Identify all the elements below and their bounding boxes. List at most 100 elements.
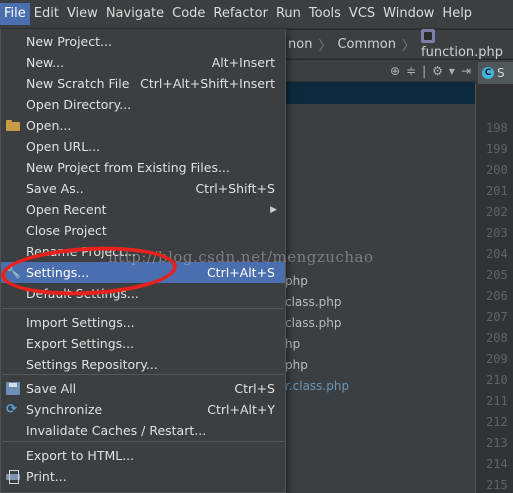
project-toolbar: ⊕ ≑ | ⚙ ▾ ⇥	[285, 60, 475, 82]
folder-icon	[6, 119, 20, 132]
editor-tab[interactable]: C S	[478, 62, 513, 84]
line-number: 211	[486, 394, 508, 408]
tree-item[interactable]: hp	[285, 334, 475, 355]
line-number: 212	[486, 415, 508, 429]
menu-item-label: Print...	[26, 469, 67, 484]
menu-item-label: Rename Project...	[26, 244, 136, 259]
menu-item-open-recent[interactable]: Open Recent ▶	[1, 199, 285, 220]
menu-item-settings[interactable]: 🔧 Settings... Ctrl+Alt+S	[1, 262, 285, 283]
line-number: 209	[486, 352, 508, 366]
menu-separator	[2, 308, 284, 309]
menu-item-synchronize[interactable]: ⟳ Synchronize Ctrl+Alt+Y	[1, 399, 285, 420]
hide-panel-icon[interactable]: ⇥	[461, 64, 471, 78]
editor-tab-label: S	[497, 66, 505, 80]
line-number: 207	[486, 310, 508, 324]
menu-item-import-settings[interactable]: Import Settings...	[1, 312, 285, 333]
line-number: 205	[486, 268, 508, 282]
menu-item-export-settings[interactable]: Export Settings...	[1, 333, 285, 354]
menu-item-invalidate-caches-restart[interactable]: Invalidate Caches / Restart...	[1, 420, 285, 441]
menu-item-label: Import Settings...	[26, 315, 135, 330]
line-number: 198	[486, 121, 508, 135]
tree-item[interactable]: php	[285, 271, 475, 292]
menu-navigate[interactable]: Navigate	[102, 3, 168, 25]
menu-item-new[interactable]: New... Alt+Insert	[1, 52, 285, 73]
file-menu-dropdown: New Project... New... Alt+Insert New Scratc…	[0, 29, 286, 493]
menu-item-open[interactable]: Open...	[1, 115, 285, 136]
menu-item-save-all[interactable]: Save All Ctrl+S	[1, 378, 285, 399]
menu-item-export-to-html[interactable]: Export to HTML...	[1, 445, 285, 466]
breadcrumb-item[interactable]: non	[285, 37, 315, 52]
line-number: 202	[486, 205, 508, 219]
menu-run[interactable]: Run	[272, 3, 305, 25]
line-number-gutter: 198 199 200 201 202 203 204 205 206 207 208 209 210 2…	[475, 84, 513, 493]
line-number: 213	[486, 436, 508, 450]
line-number: 206	[486, 289, 508, 303]
breadcrumb-item-file[interactable]: function.php	[418, 28, 513, 60]
menu-item-label: Default Settings...	[26, 286, 139, 301]
line-number: 215	[486, 478, 508, 492]
menu-window[interactable]: Window	[379, 3, 438, 25]
tree-item[interactable]: php	[285, 355, 475, 376]
menu-vcs[interactable]: VCS	[345, 3, 379, 25]
menu-item-new-project[interactable]: New Project...	[1, 31, 285, 52]
sync-icon: ⟳	[6, 402, 17, 417]
chevron-down-icon[interactable]: ▾	[449, 64, 455, 78]
menu-item-shortcut: Ctrl+Shift+S	[195, 181, 275, 196]
class-icon: C	[482, 67, 494, 79]
line-number: 210	[486, 373, 508, 387]
menu-item-label: New Scratch File	[26, 76, 130, 91]
menu-refactor[interactable]: Refactor	[209, 3, 272, 25]
breadcrumb-separator-icon: 〉	[318, 38, 332, 54]
menu-file[interactable]: File	[0, 3, 30, 25]
menu-item-settings-repository[interactable]: Settings Repository...	[1, 354, 285, 375]
line-number: 204	[486, 247, 508, 261]
breadcrumb-separator-icon: 〉	[402, 38, 416, 54]
toolbar-divider: |	[422, 63, 427, 78]
menu-item-label: Save All	[26, 381, 77, 396]
menu-tools[interactable]: Tools	[305, 3, 345, 25]
menu-item-label: Settings Repository...	[26, 357, 158, 372]
menu-item-open-url[interactable]: Open URL...	[1, 136, 285, 157]
menu-item-label: Open URL...	[26, 139, 101, 154]
project-selected-row[interactable]	[285, 82, 475, 104]
editor-tabs: C S	[475, 60, 513, 84]
menu-item-label: Export to HTML...	[26, 448, 135, 463]
menu-item-new-project-from-existing-files[interactable]: New Project from Existing Files...	[1, 157, 285, 178]
project-panel: ⊕ ≑ | ⚙ ▾ ⇥ php class.php class.php hp p…	[285, 60, 475, 493]
tree-item[interactable]: class.php	[285, 313, 475, 334]
menu-item-label: Open Recent	[26, 202, 107, 217]
menu-item-label: Close Project	[26, 223, 107, 238]
menu-item-open-directory[interactable]: Open Directory...	[1, 94, 285, 115]
tree-item[interactable]: class.php	[285, 292, 475, 313]
menu-item-label: Export Settings...	[26, 336, 135, 351]
menu-item-label: New...	[26, 55, 65, 70]
line-number: 201	[486, 184, 508, 198]
menu-item-save-as[interactable]: Save As.. Ctrl+Shift+S	[1, 178, 285, 199]
menu-item-shortcut: Ctrl+Alt+Shift+Insert	[140, 76, 275, 91]
wrench-icon: 🔧	[6, 265, 21, 279]
menu-view[interactable]: View	[63, 3, 102, 25]
menu-edit[interactable]: Edit	[30, 3, 63, 25]
menu-help[interactable]: Help	[438, 3, 476, 25]
menu-item-close-project[interactable]: Close Project	[1, 220, 285, 241]
menu-item-default-settings[interactable]: Default Settings...	[1, 283, 285, 304]
menu-separator	[2, 441, 284, 442]
menu-item-label: Synchronize	[26, 402, 103, 417]
line-number: 208	[486, 331, 508, 345]
line-number: 214	[486, 457, 508, 471]
breadcrumb-item-common[interactable]: Common	[334, 37, 399, 52]
menu-item-print[interactable]: Print...	[1, 466, 285, 487]
print-icon	[6, 470, 20, 484]
gear-icon[interactable]: ⚙	[432, 64, 443, 78]
collapse-icon[interactable]: ≑	[406, 64, 416, 78]
menu-item-label: Save As..	[26, 181, 84, 196]
line-number: 200	[486, 163, 508, 177]
menu-bar: File Edit View Navigate Code Refactor Ru…	[0, 0, 513, 29]
menu-code[interactable]: Code	[168, 3, 209, 25]
line-number: 203	[486, 226, 508, 240]
menu-item-rename-project[interactable]: Rename Project...	[1, 241, 285, 262]
project-tree: php class.php class.php hp php r.class.p…	[285, 271, 475, 397]
menu-item-new-scratch-file[interactable]: New Scratch File Ctrl+Alt+Shift+Insert	[1, 73, 285, 94]
tree-item[interactable]: r.class.php	[285, 376, 475, 397]
locate-icon[interactable]: ⊕	[390, 64, 400, 78]
